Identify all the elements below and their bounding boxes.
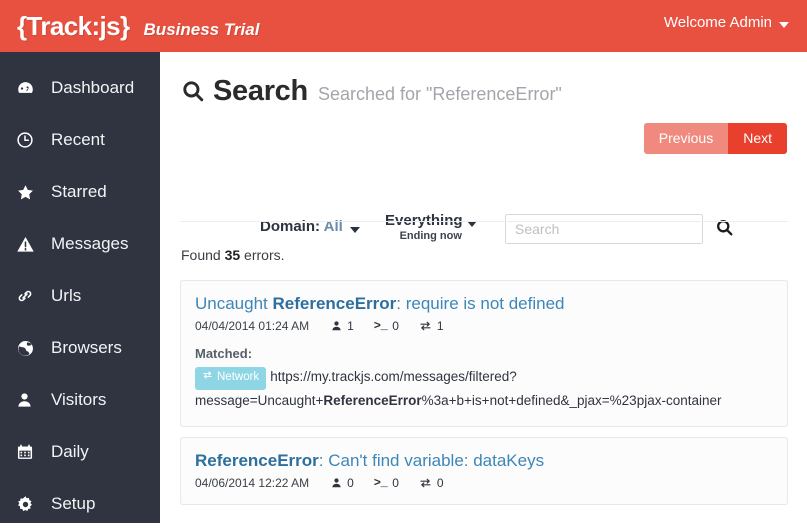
matched-url-part2: %3a+b+is+not+defined&_pjax=%23pjax-conta… bbox=[421, 393, 722, 409]
clock-icon bbox=[16, 131, 42, 149]
user-icon bbox=[16, 391, 42, 409]
sidebar-item-starred[interactable]: Starred bbox=[0, 166, 160, 218]
top-header-bar: {Track:js} Business Trial Welcome Admin bbox=[0, 0, 807, 52]
results-list: Uncaught ReferenceError: require is not … bbox=[180, 280, 788, 515]
sidebar-item-label: Daily bbox=[51, 442, 89, 461]
network-exchange-icon bbox=[202, 369, 213, 387]
plan-label: Business Trial bbox=[143, 19, 260, 39]
welcome-admin-label: Welcome Admin bbox=[663, 14, 772, 31]
search-form bbox=[505, 214, 734, 244]
page-header: Search Searched for "ReferenceError" bbox=[181, 75, 807, 108]
sidebar-item-recent[interactable]: Recent bbox=[0, 114, 160, 166]
result-title[interactable]: ReferenceError: Can't find variable: dat… bbox=[195, 450, 773, 471]
result-date: 04/06/2014 12:22 AM bbox=[195, 476, 310, 491]
chevron-down-icon bbox=[779, 21, 789, 28]
sidebar-item-label: Starred bbox=[51, 182, 107, 201]
sidebar-item-label: Browsers bbox=[51, 338, 122, 357]
previous-button[interactable]: Previous bbox=[643, 123, 729, 154]
matched-label: Matched: bbox=[195, 346, 253, 362]
network-badge-label: Network bbox=[217, 371, 260, 384]
network-exchange-icon bbox=[419, 477, 432, 489]
result-console-stat: >_ 0 bbox=[374, 476, 399, 490]
user-icon bbox=[331, 320, 342, 332]
found-prefix: Found bbox=[181, 247, 225, 263]
welcome-admin-menu[interactable]: Welcome Admin bbox=[664, 14, 789, 31]
result-title[interactable]: Uncaught ReferenceError: require is not … bbox=[195, 293, 773, 314]
network-badge: Network bbox=[195, 367, 267, 391]
sidebar-item-label: Recent bbox=[51, 130, 105, 149]
sidebar-item-urls[interactable]: Urls bbox=[0, 270, 160, 322]
result-visitors-count: 0 bbox=[347, 476, 354, 491]
found-count: 35 bbox=[224, 247, 241, 263]
sidebar-item-label: Dashboard bbox=[51, 78, 135, 97]
calendar-icon bbox=[16, 443, 42, 461]
main-content: Search Searched for "ReferenceError" Pre… bbox=[160, 52, 807, 523]
result-title-error: ReferenceError bbox=[272, 294, 397, 313]
globe-icon bbox=[16, 339, 42, 358]
timerange-filter-sublabel: Ending now bbox=[399, 230, 462, 242]
console-icon: >_ bbox=[373, 319, 388, 334]
brand[interactable]: {Track:js} Business Trial bbox=[17, 11, 259, 42]
result-card[interactable]: ReferenceError: Can't find variable: dat… bbox=[180, 436, 788, 506]
timerange-filter-dropdown[interactable]: Everything Ending now bbox=[385, 212, 477, 242]
result-metadata: 04/06/2014 12:22 AM 0 >_ 0 0 bbox=[195, 476, 773, 490]
search-input[interactable] bbox=[505, 214, 703, 244]
network-exchange-icon bbox=[419, 320, 432, 332]
result-title-suffix: : Can't find variable: dataKeys bbox=[318, 450, 545, 470]
result-network-count: 1 bbox=[436, 319, 444, 334]
result-console-stat: >_ 0 bbox=[374, 319, 399, 333]
sidebar-item-visitors[interactable]: Visitors bbox=[0, 374, 160, 426]
result-date: 04/04/2014 01:24 AM bbox=[195, 319, 310, 334]
console-icon: >_ bbox=[373, 476, 388, 491]
page-subtitle: Searched for "ReferenceError" bbox=[317, 84, 562, 104]
result-title-prefix: Uncaught bbox=[195, 294, 273, 313]
result-title-error: ReferenceError bbox=[195, 450, 319, 470]
result-visitors-count: 1 bbox=[347, 319, 354, 334]
dashboard-icon bbox=[16, 79, 42, 98]
result-card[interactable]: Uncaught ReferenceError: require is not … bbox=[180, 280, 788, 427]
result-title-suffix: : require is not defined bbox=[396, 294, 565, 313]
next-button[interactable]: Next bbox=[728, 123, 787, 154]
user-icon bbox=[331, 477, 342, 489]
sidebar-navigation: Dashboard Recent Starred Messages Urls B… bbox=[0, 52, 160, 523]
sidebar-item-label: Messages bbox=[51, 234, 129, 253]
star-icon bbox=[16, 183, 42, 202]
pagination-controls: Previous Next bbox=[643, 123, 787, 154]
sidebar-item-label: Setup bbox=[51, 494, 96, 513]
found-suffix: errors. bbox=[240, 247, 285, 263]
result-network-stat: 1 bbox=[419, 319, 444, 333]
result-visitors-stat: 1 bbox=[331, 319, 354, 333]
sidebar-item-daily[interactable]: Daily bbox=[0, 426, 160, 478]
search-icon bbox=[181, 79, 205, 108]
warning-triangle-icon bbox=[16, 235, 42, 254]
chevron-down-icon bbox=[349, 227, 360, 233]
result-network-count: 0 bbox=[436, 476, 444, 491]
matched-url: Network https://my.trackjs.com/messages/f… bbox=[195, 367, 773, 412]
sidebar-item-setup[interactable]: Setup bbox=[0, 478, 160, 530]
sidebar-item-label: Urls bbox=[51, 286, 82, 305]
result-visitors-stat: 0 bbox=[331, 476, 354, 490]
sidebar-item-label: Visitors bbox=[51, 390, 107, 409]
section-divider bbox=[180, 221, 788, 222]
gear-icon bbox=[16, 495, 42, 514]
result-network-stat: 0 bbox=[419, 476, 444, 490]
page-title: Search bbox=[213, 75, 308, 107]
results-count: Found 35 errors. bbox=[181, 247, 285, 263]
result-metadata: 04/04/2014 01:24 AM 1 >_ 0 1 bbox=[195, 319, 773, 333]
result-console-count: 0 bbox=[392, 319, 399, 334]
sidebar-item-dashboard[interactable]: Dashboard bbox=[0, 62, 160, 114]
matched-url-highlight: ReferenceError bbox=[323, 393, 422, 409]
sidebar-item-browsers[interactable]: Browsers bbox=[0, 322, 160, 374]
result-console-count: 0 bbox=[392, 476, 399, 491]
trackjs-logo: {Track:js} bbox=[17, 10, 130, 41]
link-icon bbox=[16, 287, 42, 305]
sidebar-item-messages[interactable]: Messages bbox=[0, 218, 160, 270]
